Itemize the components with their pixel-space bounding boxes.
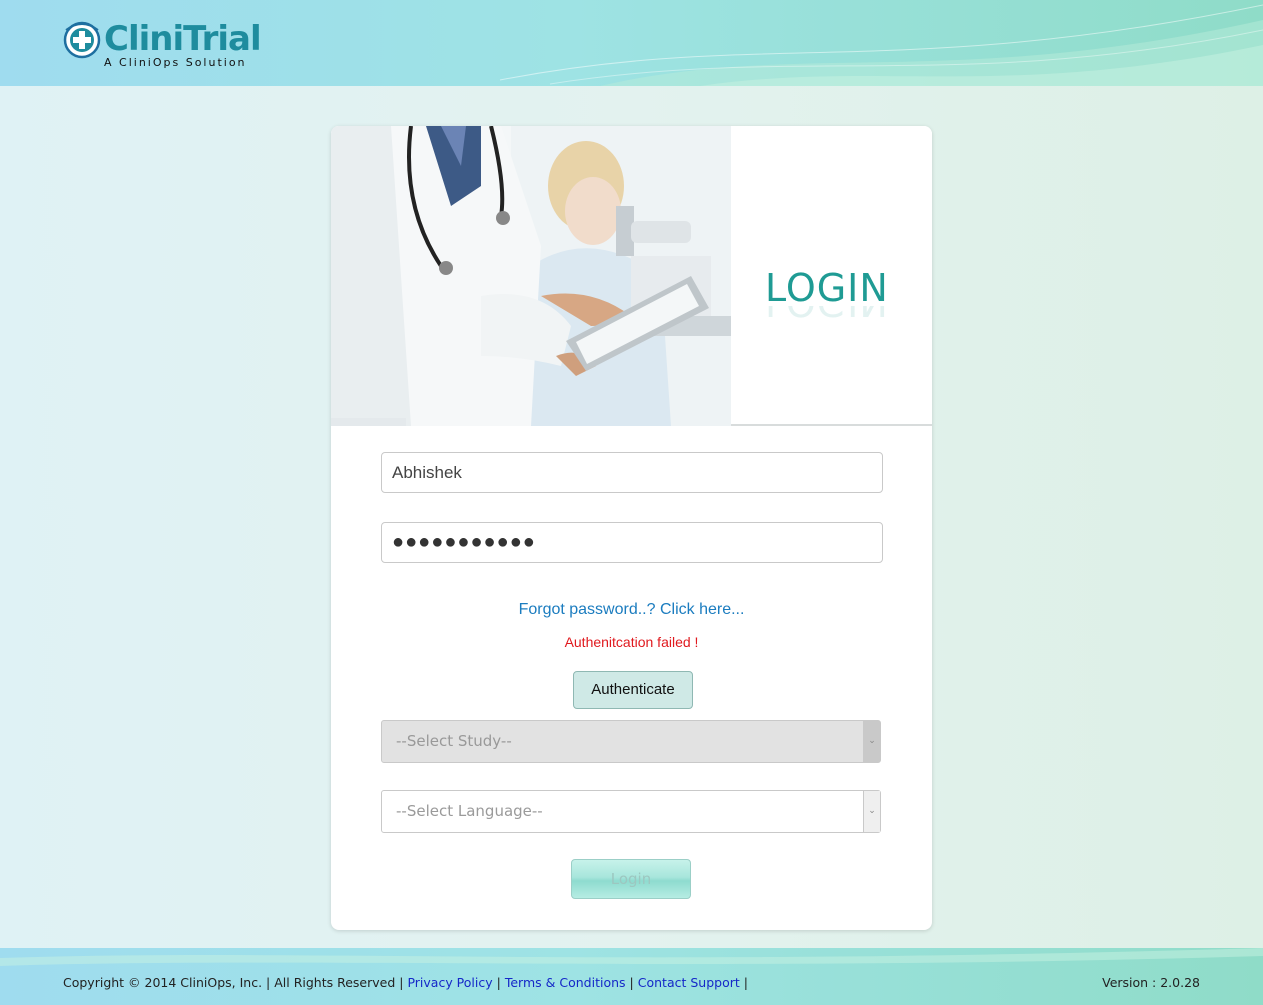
footer-separator: |	[496, 975, 501, 990]
chevron-down-icon[interactable]: ⌄	[863, 721, 880, 762]
medical-cross-icon	[63, 21, 101, 59]
language-select[interactable]: --Select Language-- ⌄	[381, 790, 881, 833]
brand-name: CliniTrial	[104, 19, 262, 59]
version-label: Version : 2.0.28	[1102, 975, 1200, 990]
login-title: LOGIN	[765, 266, 889, 310]
login-card: LOGIN LOGIN Abhishek ●●●●●●●●●●● Forgot …	[331, 126, 932, 930]
study-select-value: --Select Study--	[396, 732, 512, 750]
username-input[interactable]: Abhishek	[381, 452, 883, 493]
password-input[interactable]: ●●●●●●●●●●●	[381, 522, 883, 563]
chevron-down-icon[interactable]: ⌄	[863, 791, 880, 832]
study-select[interactable]: --Select Study-- ⌄	[381, 720, 881, 763]
forgot-password-link[interactable]: Forgot password..? Click here...	[331, 601, 932, 619]
contact-support-link[interactable]: Contact Support	[638, 975, 740, 990]
authenticate-button[interactable]: Authenticate	[573, 671, 693, 709]
brand-tagline: A CliniOps Solution	[104, 56, 247, 69]
footer-links: Copyright © 2014 CliniOps, Inc. | All Ri…	[63, 975, 752, 990]
login-hero-banner: LOGIN LOGIN	[331, 126, 932, 426]
authentication-error-message: Authenitcation failed !	[564, 634, 699, 650]
terms-conditions-link[interactable]: Terms & Conditions	[505, 975, 626, 990]
language-select-value: --Select Language--	[396, 802, 543, 820]
app-header: CliniTrial A CliniOps Solution	[0, 0, 1263, 86]
copyright-text: Copyright © 2014 CliniOps, Inc. | All Ri…	[63, 975, 404, 990]
app-footer: Copyright © 2014 CliniOps, Inc. | All Ri…	[0, 948, 1263, 1005]
clinitrial-logo[interactable]: CliniTrial A CliniOps Solution	[62, 18, 262, 74]
login-title-reflection: LOGIN	[765, 306, 889, 324]
footer-separator: |	[743, 975, 748, 990]
privacy-policy-link[interactable]: Privacy Policy	[407, 975, 492, 990]
footer-separator: |	[629, 975, 634, 990]
login-button[interactable]: Login	[571, 859, 691, 899]
